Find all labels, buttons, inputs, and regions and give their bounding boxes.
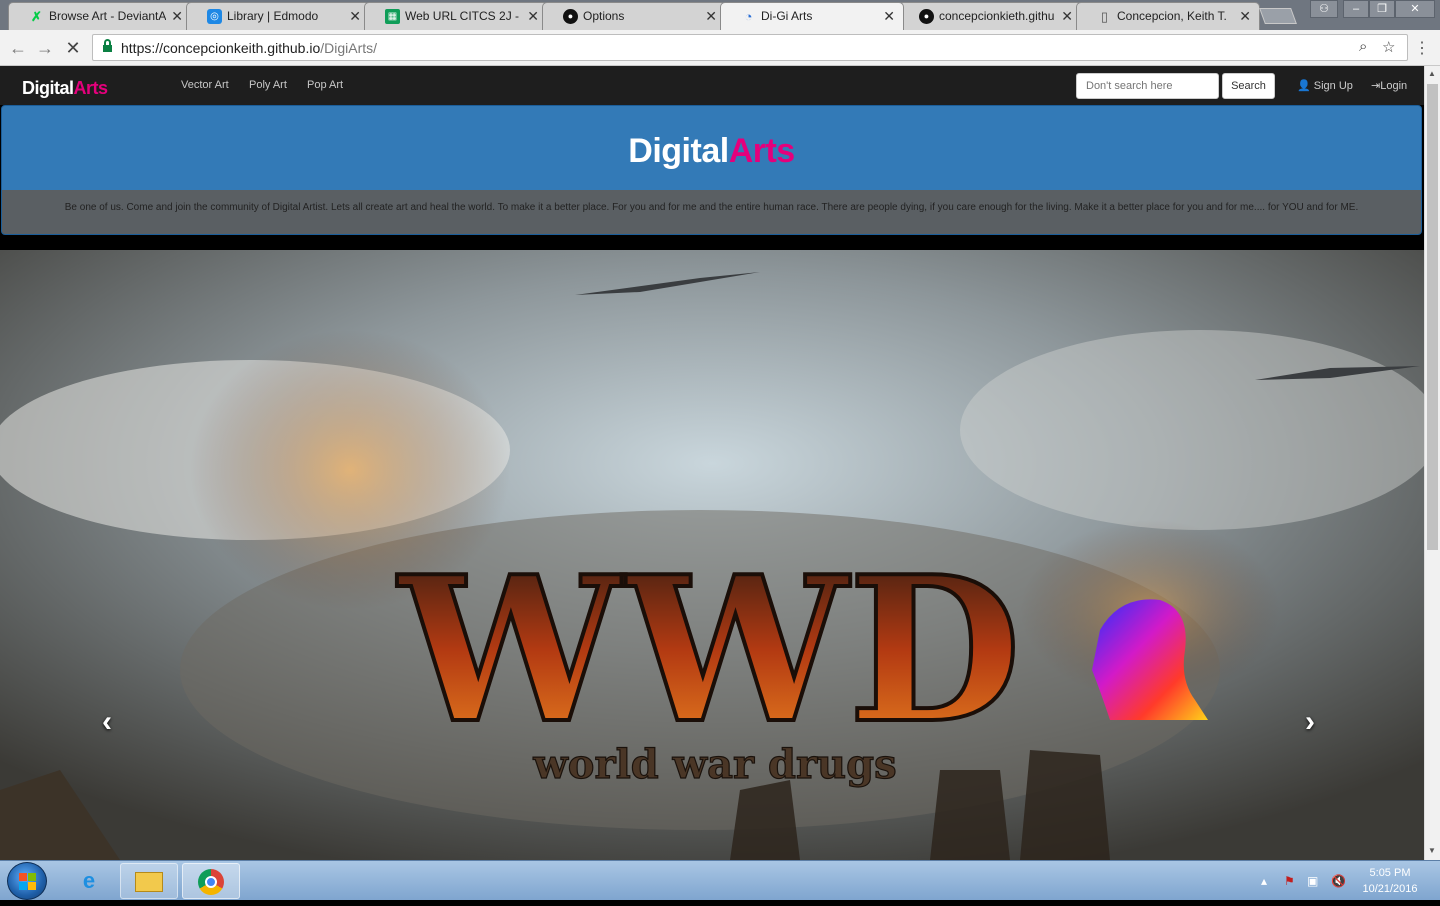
login-link[interactable]: ⇥Login (1371, 79, 1407, 92)
tab-label: Options (583, 9, 625, 23)
page-scrollbar[interactable]: ▲ ▼ (1424, 66, 1440, 860)
close-icon[interactable]: ✕ (349, 3, 361, 29)
network-icon[interactable]: ▣ (1307, 874, 1318, 888)
hero-carousel: WWD world war drugs ‹ › (0, 250, 1424, 860)
tab-github-page[interactable]: ● concepcionkieth.githu ✕ (898, 2, 1082, 30)
clock-date: 10/21/2016 (1362, 883, 1418, 895)
close-icon[interactable]: ✕ (527, 3, 539, 29)
site-navbar: DigitalArts Vector Art Poly Art Pop Art … (0, 66, 1424, 105)
navbar-logo[interactable]: DigitalArts (22, 78, 108, 99)
sheets-icon: ▦ (385, 9, 400, 24)
show-hidden-icons-icon[interactable]: ▴ (1261, 874, 1267, 888)
close-icon[interactable]: ✕ (1239, 3, 1251, 29)
tab-edmodo[interactable]: ◎ Library | Edmodo ✕ (186, 2, 370, 30)
minimize-button[interactable]: – (1343, 0, 1369, 18)
search-input[interactable] (1076, 73, 1219, 99)
url-path: /DigiArts/ (320, 40, 378, 56)
url-text[interactable]: https://concepcionkeith.github.io/DigiAr… (121, 40, 377, 56)
jumbotron: DigitalArts Be one of us. Come and join … (1, 105, 1422, 235)
tab-label: Concepcion, Keith T. (1117, 9, 1227, 23)
github-icon: ● (563, 9, 578, 24)
sign-up-label: Sign Up (1313, 80, 1353, 92)
user-icon: 👤 (1297, 80, 1311, 92)
chrome-icon[interactable] (182, 863, 240, 899)
close-window-button[interactable]: ✕ (1395, 0, 1435, 18)
deviantart-icon: ✗ (31, 9, 42, 24)
close-icon[interactable]: ✕ (705, 3, 717, 29)
scroll-thumb[interactable] (1427, 84, 1438, 550)
loading-icon: ◔ (744, 9, 753, 24)
tab-sheets[interactable]: ▦ Web URL CITCS 2J - G ✕ (364, 2, 548, 30)
web-page: DigitalArts Vector Art Poly Art Pop Art … (0, 66, 1440, 860)
start-button[interactable] (7, 862, 47, 900)
close-icon[interactable]: ✕ (883, 3, 895, 29)
close-icon[interactable]: ✕ (1061, 3, 1073, 29)
lock-icon (103, 39, 112, 53)
forward-button[interactable]: → (33, 36, 57, 60)
search-button[interactable]: Search (1222, 73, 1275, 99)
tab-digi-arts[interactable]: ◔ Di-Gi Arts ✕ (720, 2, 904, 30)
edmodo-icon: ◎ (207, 9, 222, 24)
login-icon: ⇥ (1371, 80, 1381, 92)
jumbotron-header: DigitalArts (2, 106, 1421, 190)
zoom-search-icon[interactable]: ⌕ (1359, 38, 1367, 55)
tab-label: Di-Gi Arts (761, 9, 813, 23)
action-center-flag-icon[interactable]: ⚑ (1284, 874, 1295, 888)
clock-time: 5:05 PM (1369, 867, 1411, 879)
browser-tab-strip: ✗ Browse Art - DeviantA ✕ ◎ Library | Ed… (0, 0, 1440, 30)
stop-button[interactable]: ✕ (61, 36, 85, 60)
nav-link-pop-art[interactable]: Pop Art (307, 79, 343, 91)
clock[interactable]: 5:05 PM 10/21/2016 (1358, 865, 1422, 897)
hero-image: WWD world war drugs (0, 250, 1424, 860)
carousel-next-button[interactable]: › (1305, 705, 1315, 739)
windows-taskbar: e ▴ ⚑ ▣ 🔇 5:05 PM 10/21/2016 (0, 860, 1440, 900)
hero-subtitle: world war drugs (532, 741, 896, 788)
tab-label: Web URL CITCS 2J - G (405, 9, 523, 23)
url-host: https://concepcionkeith.github.io (121, 40, 321, 56)
tab-label: Library | Edmodo (227, 9, 319, 23)
scroll-up-icon[interactable]: ▲ (1428, 69, 1436, 78)
new-tab-button[interactable] (1259, 8, 1297, 24)
back-button[interactable]: ← (6, 36, 30, 60)
document-icon: ▯ (1100, 9, 1109, 24)
address-bar[interactable]: https://concepcionkeith.github.io/DigiAr… (92, 34, 1408, 61)
user-profile-button[interactable]: ⚇ (1310, 0, 1338, 18)
file-explorer-icon[interactable] (120, 863, 178, 899)
nav-link-vector-art[interactable]: Vector Art (181, 79, 229, 91)
tagline-text: Be one of us. Come and join the communit… (64, 202, 1359, 213)
nav-link-poly-art[interactable]: Poly Art (249, 79, 287, 91)
bookmark-star-icon[interactable]: ☆ (1382, 38, 1395, 56)
tab-deviantart[interactable]: ✗ Browse Art - DeviantA ✕ (8, 2, 192, 30)
login-label: Login (1380, 80, 1408, 92)
tab-document[interactable]: ▯ Concepcion, Keith T. ✕ (1076, 2, 1260, 30)
close-icon[interactable]: ✕ (171, 3, 183, 29)
tab-label: Browse Art - DeviantA (49, 9, 167, 23)
tab-options[interactable]: ● Options ✕ (542, 2, 726, 30)
scroll-down-icon[interactable]: ▼ (1428, 846, 1436, 855)
sign-up-link[interactable]: 👤 Sign Up (1297, 79, 1353, 92)
internet-explorer-icon[interactable]: e (60, 863, 118, 899)
browser-menu-icon[interactable]: ⋮ (1414, 38, 1430, 58)
windows-flag-icon (19, 873, 37, 891)
jumbotron-logo: DigitalArts (628, 132, 795, 170)
maximize-button[interactable]: ❐ (1369, 0, 1395, 18)
hero-title: WWD (397, 533, 1022, 768)
volume-muted-icon[interactable]: 🔇 (1331, 874, 1346, 888)
browser-toolbar: ← → ✕ https://concepcionkeith.github.io/… (0, 30, 1440, 66)
carousel-prev-button[interactable]: ‹ (102, 705, 112, 739)
github-icon: ● (919, 9, 934, 24)
tab-label: concepcionkieth.githu (939, 9, 1055, 23)
